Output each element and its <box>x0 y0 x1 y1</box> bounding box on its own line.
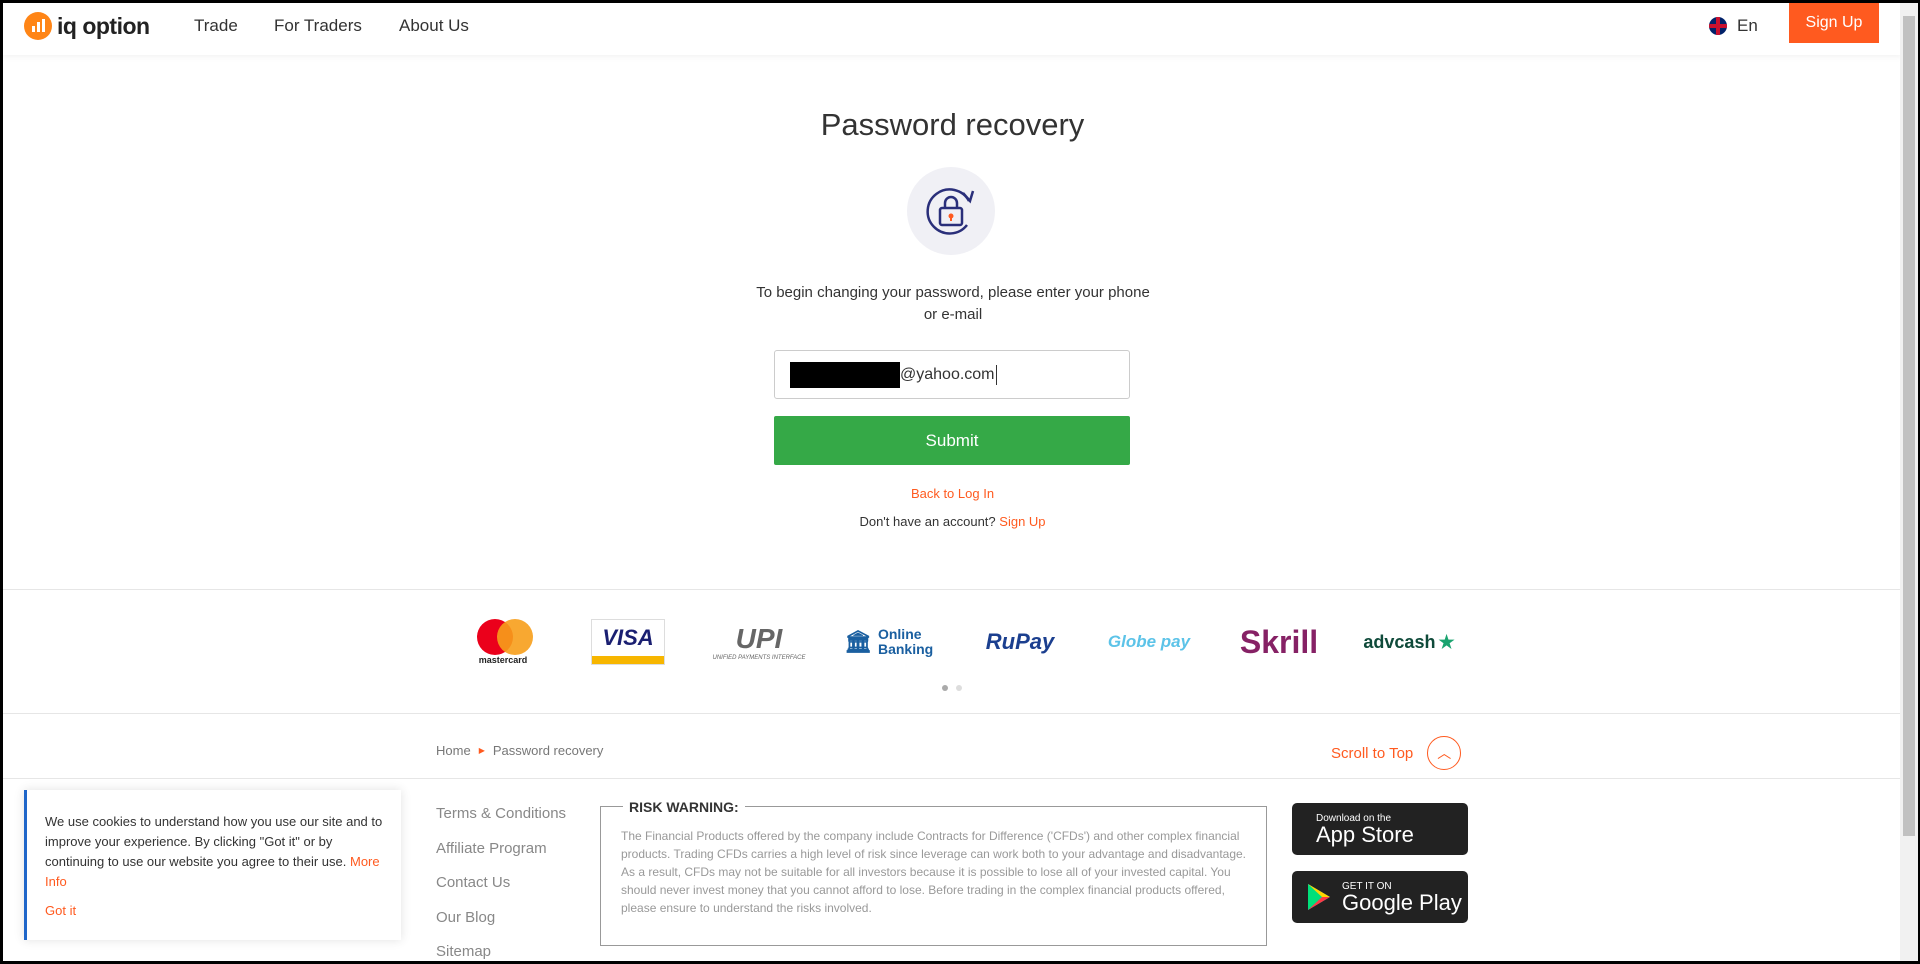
submit-button[interactable]: Submit <box>774 416 1130 465</box>
app-store-button[interactable]: Download on the App Store <box>1292 803 1468 855</box>
scroll-to-top-label: Scroll to Top <box>1331 744 1414 762</box>
skrill-logo: Skrill <box>1239 623 1319 660</box>
scroll-to-top[interactable]: Scroll to Top ︿ <box>1331 736 1462 770</box>
no-account-text: Don't have an account? Sign Up <box>3 514 1902 529</box>
got-it-button[interactable]: Got it <box>45 903 76 918</box>
online-banking-logo: 🏛 Online Banking <box>844 626 934 657</box>
visa-logo: VISA <box>591 619 665 665</box>
risk-warning-title: RISK WARNING: <box>623 798 745 816</box>
nav-for-traders[interactable]: For Traders <box>274 16 362 36</box>
uk-flag-icon <box>1709 17 1727 35</box>
carousel-dot[interactable] <box>956 685 962 691</box>
footer-link-blog[interactable]: Our Blog <box>436 909 495 926</box>
google-play-button[interactable]: GET IT ON Google Play <box>1292 871 1468 923</box>
redacted-block <box>790 361 900 388</box>
carousel-dot-active[interactable] <box>942 685 948 691</box>
mastercard-logo: mastercard <box>463 619 543 665</box>
google-play-icon <box>1308 884 1330 910</box>
signup-link[interactable]: Sign Up <box>999 514 1045 529</box>
scrollbar-thumb[interactable] <box>1903 16 1915 836</box>
page: iq option Trade For Traders About Us En … <box>3 3 1902 961</box>
footer-link-sitemap[interactable]: Sitemap <box>436 943 491 960</box>
lock-reset-icon <box>907 167 995 255</box>
appstore-big: App Store <box>1316 821 1414 847</box>
breadcrumb-current: Password recovery <box>492 743 604 758</box>
divider <box>3 713 1902 714</box>
cookie-text: We use cookies to understand how you use… <box>45 814 383 869</box>
globepay-logo: Globe pay <box>1107 632 1191 651</box>
no-account-label: Don't have an account? <box>859 514 996 529</box>
page-title: Password recovery <box>820 107 1085 142</box>
risk-warning-text: The Financial Products offered by the co… <box>621 829 1247 915</box>
signup-button[interactable]: Sign Up <box>1789 3 1879 43</box>
divider <box>3 778 1902 779</box>
back-to-login-wrap: Back to Log In <box>3 486 1902 501</box>
risk-warning: RISK WARNING: The Financial Products offe… <box>600 798 1267 946</box>
nav-about-us[interactable]: About Us <box>399 16 469 36</box>
header: iq option Trade For Traders About Us En … <box>3 3 1902 55</box>
nav-trade[interactable]: Trade <box>194 16 238 36</box>
footer-link-contact[interactable]: Contact Us <box>436 874 510 891</box>
logo-text: iq option <box>57 12 150 39</box>
rupay-logo: RuPay <box>985 629 1055 654</box>
upi-logo: UPI UNIFIED PAYMENTS INTERFACE <box>712 623 806 661</box>
logo[interactable]: iq option <box>24 12 150 40</box>
footer-link-terms[interactable]: Terms & Conditions <box>436 805 566 822</box>
cookie-banner: We use cookies to understand how you use… <box>24 790 401 940</box>
email-phone-input[interactable]: @yahoo.com <box>774 350 1130 399</box>
footer-link-affiliate[interactable]: Affiliate Program <box>436 840 547 857</box>
input-value: @yahoo.com <box>900 365 995 383</box>
breadcrumb-arrow-icon: ▶ <box>478 746 485 755</box>
back-to-login-link[interactable]: Back to Log In <box>911 486 994 501</box>
breadcrumb-home[interactable]: Home <box>436 743 471 758</box>
chevron-up-icon[interactable]: ︿ <box>1427 736 1462 770</box>
text-caret <box>995 364 997 385</box>
intro-text: To begin changing your password, please … <box>756 284 1150 323</box>
divider <box>3 589 1902 590</box>
breadcrumb: Home ▶ Password recovery <box>436 743 603 758</box>
language-label: En <box>1737 16 1758 35</box>
googleplay-big: Google Play <box>1342 889 1462 915</box>
logo-icon <box>24 12 52 40</box>
language-selector[interactable]: En <box>1709 16 1758 36</box>
advcash-logo: advcash ★ <box>1363 631 1455 652</box>
